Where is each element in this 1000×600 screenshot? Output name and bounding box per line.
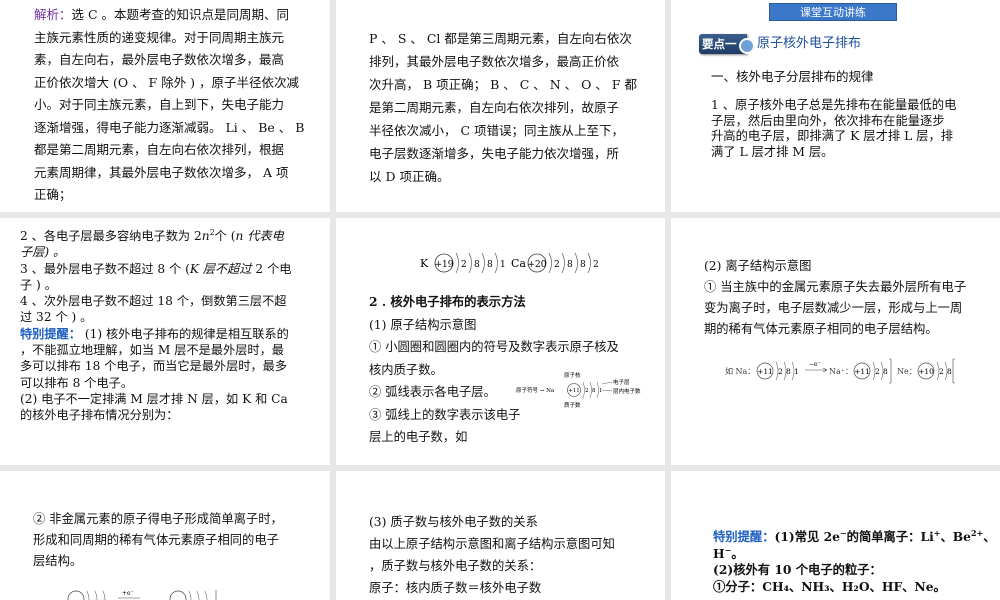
section-subtitle: 一、核外电子分层排布的规律 bbox=[711, 69, 874, 84]
panel-solution-part1: 解析：选 C 。本题考查的知识点是同周期、同 主族元素性质的递变规律。对于同周期… bbox=[0, 0, 330, 212]
panel-special-notes: 特别提醒：(1)常见 2e−的简单离子：Li+、Be2+、 H−。 (2)核外有… bbox=[671, 471, 1000, 600]
panel-rules: 2 、各电子层最多容纳电子数为 2n2个 (n 代表电 子层) 。 3 、最外层… bbox=[0, 218, 330, 465]
na-ion-diagram: 如 Na： +11 2 8 1 −e⁻ Na⁺： +11 2 8 Ne： +10… bbox=[725, 358, 955, 384]
svg-text:8: 8 bbox=[487, 260, 493, 270]
k-atom-diagram: K +19 2 8 8 1 bbox=[420, 252, 506, 274]
svg-text:+11: +11 bbox=[757, 367, 773, 376]
key-point-tag: 要点一 bbox=[699, 34, 755, 54]
svg-text:2: 2 bbox=[778, 367, 783, 376]
solution-text: 解析：选 C 。本题考查的知识点是同周期、同 主族元素性质的递变规律。对于同周期… bbox=[34, 7, 305, 202]
panel-solution-part2: P 、 S 、 Cl 都是第三周期元素，自左向右依次 排列，其最外层电子数依次增… bbox=[336, 0, 665, 212]
svg-text:原子核: 原子核 bbox=[564, 371, 581, 379]
svg-text:8: 8 bbox=[592, 388, 596, 394]
svg-text:+e⁻: +e⁻ bbox=[122, 590, 134, 597]
svg-text:8: 8 bbox=[786, 367, 791, 376]
svg-text:8: 8 bbox=[947, 367, 952, 376]
svg-text:−e⁻: −e⁻ bbox=[809, 361, 821, 368]
svg-text:质子数: 质子数 bbox=[564, 401, 581, 409]
ion-structure-text: (2) 离子结构示意图 ① 当主族中的金属元素原子失去最外层所有电子 变为离子时… bbox=[704, 259, 967, 336]
svg-text:Ca: Ca bbox=[511, 257, 526, 270]
svg-text:8: 8 bbox=[883, 367, 888, 376]
svg-text:1: 1 bbox=[794, 367, 799, 376]
panel-key-point: 课堂互动讲练 要点一 原子核外电子排布 一、核外电子分层排布的规律 1 、原子核… bbox=[671, 0, 1000, 212]
svg-text:+20: +20 bbox=[528, 260, 547, 270]
nonmetal-ion-text: ② 非金属元素的原子得电子形成简单离子时， 形成和同周期的稀有气体元素原子相同的… bbox=[33, 512, 283, 568]
svg-text:2: 2 bbox=[554, 260, 560, 270]
k-ca-electron-diagram: K +19 2 8 8 1 Ca +20 2 8 8 2 bbox=[420, 252, 599, 274]
svg-text:+10: +10 bbox=[918, 367, 934, 376]
na-annotated-diagram: 原子核 质子数 原子符号 → Na +11 2 8 1 电子层 层内电子数 bbox=[516, 371, 641, 409]
svg-text:1: 1 bbox=[599, 388, 603, 394]
key-point-title: 原子核外电子排布 bbox=[757, 36, 862, 51]
section-badge: 课堂互动讲练 bbox=[769, 3, 897, 21]
svg-text:8: 8 bbox=[580, 260, 586, 270]
svg-text:2: 2 bbox=[593, 260, 599, 270]
svg-text:2: 2 bbox=[461, 260, 467, 270]
special-notes-text: 特别提醒：(1)常见 2e−的简单离子：Li+、Be2+、 H−。 (2)核外有… bbox=[713, 527, 996, 594]
tip-label: 特别提醒： bbox=[713, 529, 775, 544]
anion-diagram-partial: +e⁻ bbox=[67, 590, 217, 600]
solution-label: 解析： bbox=[34, 7, 72, 22]
panel-proton-electron: (3) 质子数与核外电子数的关系 由以上原子结构示意图和离子结构示意图可知 ，质… bbox=[336, 471, 665, 600]
rules-text: 2 、各电子层最多容纳电子数为 2n2个 (n 代表电 子层) 。 3 、最外层… bbox=[20, 227, 292, 423]
svg-text:层内电子数: 层内电子数 bbox=[613, 387, 641, 395]
svg-text:原子符号 → Na: 原子符号 → Na bbox=[516, 386, 555, 394]
svg-text:电子层: 电子层 bbox=[613, 378, 630, 386]
svg-text:2: 2 bbox=[585, 388, 589, 394]
solution-text-continued: P 、 S 、 Cl 都是第三周期元素，自左向右依次 排列，其最外层电子数依次增… bbox=[369, 31, 637, 184]
svg-text:+11: +11 bbox=[568, 388, 580, 394]
svg-text:2: 2 bbox=[875, 367, 880, 376]
svg-text:1: 1 bbox=[500, 260, 506, 270]
svg-text:Ne：: Ne： bbox=[897, 367, 917, 376]
svg-text:2: 2 bbox=[939, 367, 944, 376]
svg-text:8: 8 bbox=[567, 260, 573, 270]
panel-representation: K +19 2 8 8 1 Ca +20 2 8 8 2 2 . 核外电子排布的… bbox=[336, 218, 665, 465]
tip-label: 特别提醒： bbox=[20, 326, 81, 341]
svg-text:Na⁺：: Na⁺： bbox=[829, 367, 853, 376]
proton-electron-text: (3) 质子数与核外电子数的关系 由以上原子结构示意图和离子结构示意图可知 ，质… bbox=[369, 515, 615, 595]
ca-atom-diagram: Ca +20 2 8 8 2 bbox=[511, 252, 599, 274]
svg-text:8: 8 bbox=[474, 260, 480, 270]
rule-paragraph: 1 、原子核外电子总是先排布在能量最低的电 子层，然后由里向外，依次排布在能量逐… bbox=[711, 98, 957, 159]
panel-ion-structure: (2) 离子结构示意图 ① 当主族中的金属元素原子失去最外层所有电子 变为离子时… bbox=[671, 218, 1000, 465]
svg-text:+11: +11 bbox=[854, 367, 870, 376]
svg-text:+19: +19 bbox=[435, 260, 454, 270]
svg-text:如 Na：: 如 Na： bbox=[725, 366, 755, 376]
panel-nonmetal-ions: ② 非金属元素的原子得电子形成简单离子时， 形成和同周期的稀有气体元素原子相同的… bbox=[0, 471, 330, 600]
svg-text:K: K bbox=[420, 257, 429, 270]
